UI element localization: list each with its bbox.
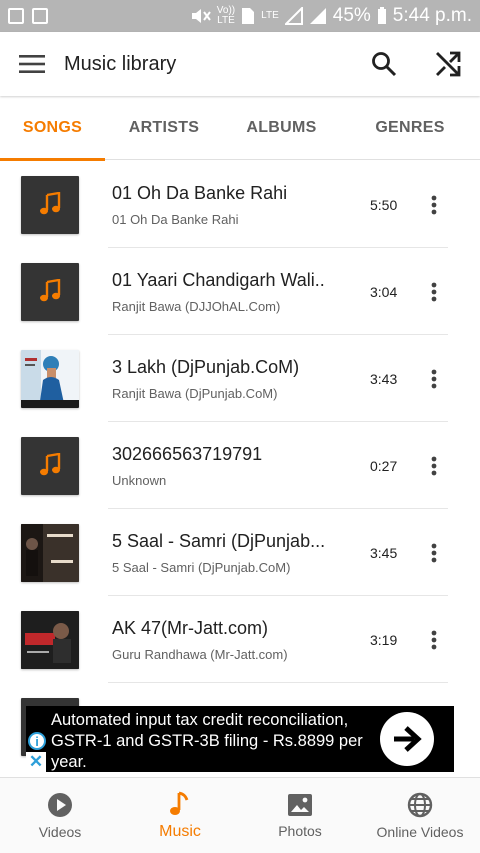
tab-songs[interactable]: SONGS [0,96,105,161]
song-subtitle: Ranjit Bawa (DJJOhAL.Com) [112,298,281,314]
nav-label: Videos [38,823,82,840]
menu-button[interactable] [0,32,64,96]
album-art-placeholder [21,262,79,321]
song-subtitle: Guru Randhawa (Mr-Jatt.com) [112,646,288,662]
globe-icon [407,792,433,817]
lte-indicator: LTE [261,10,279,21]
shuffle-icon [436,51,461,77]
song-title: 01 Yaari Chandigarh Wali.. [112,269,325,290]
song-duration: 3:45 [370,544,398,561]
music-note-icon [40,191,61,214]
song-duration: 3:19 [370,631,398,648]
tab-artists[interactable]: ARTISTS [105,96,223,160]
more-vertical-icon [431,282,437,301]
nav-label: Music [159,822,201,840]
list-item[interactable]: 5 Saal - Samri (DjPunjab... 5 Saal - Sam… [0,509,480,596]
bottom-navigation: Videos Music Photos Online Videos [0,777,480,853]
ad-banner[interactable]: i ✕ Automated input tax credit reconcili… [26,706,454,772]
song-duration: 3:04 [370,283,398,300]
list-item[interactable]: AK 47(Mr-Jatt.com) Guru Randhawa (Mr-Jat… [0,596,480,683]
album-art-placeholder [21,175,79,234]
screenshot-notification-icon [8,8,24,24]
album-art [21,349,79,408]
page-title: Music library [64,52,177,75]
signal-icon-1 [284,7,303,25]
app-toolbar: Music library [0,32,480,96]
more-vertical-icon [431,630,437,649]
volte-indicator: Vo)) LTE [216,5,236,26]
album-art [21,523,79,582]
ad-text: Automated input tax credit reconciliatio… [51,711,363,771]
search-button[interactable] [352,32,416,96]
clock: 5:44 p.m. [392,5,472,26]
info-icon[interactable]: i [28,732,46,750]
music-note-icon [170,791,189,815]
song-list: 01 Oh Da Banke Rahi 01 Oh Da Banke Rahi … [0,161,480,770]
signal-icon-2 [309,8,326,24]
ad-go-button[interactable] [380,712,434,766]
more-options-button[interactable] [420,620,448,660]
library-tabs: SONGS ARTISTS ALBUMS GENRES [0,96,480,161]
list-item[interactable]: 302666563719791 Unknown 0:27 [0,422,480,509]
battery-percent: 45% [332,5,371,26]
more-options-button[interactable] [420,185,448,225]
sim-card-icon [242,8,255,24]
song-title: 302666563719791 [112,443,263,464]
nav-label: Online Videos [376,823,464,840]
nav-photos[interactable]: Photos [240,778,360,853]
song-duration: 3:43 [370,370,398,387]
more-options-button[interactable] [420,533,448,573]
mute-icon [191,9,211,23]
music-note-icon [40,278,61,301]
more-options-button[interactable] [420,272,448,312]
more-options-button[interactable] [420,359,448,399]
shuffle-button[interactable] [416,32,480,96]
list-item[interactable]: 3 Lakh (DjPunjab.CoM) Ranjit Bawa (DjPun… [0,335,480,422]
nav-label: Photos [278,822,322,839]
album-cover-5-saal [21,523,79,582]
hamburger-menu-icon [19,55,45,73]
search-icon [372,52,397,77]
album-art [21,610,79,669]
list-item[interactable]: 01 Oh Da Banke Rahi 01 Oh Da Banke Rahi … [0,161,480,248]
album-cover-3-lakh [21,349,79,408]
nav-music[interactable]: Music [120,778,240,853]
status-bar: Vo)) LTE LTE 45% 5:44 p.m. [0,0,480,32]
song-duration: 0:27 [370,457,398,474]
song-duration: 5:50 [370,196,398,213]
play-circle-icon [48,792,72,817]
arrow-right-icon [394,726,422,752]
more-vertical-icon [431,543,437,562]
song-subtitle: 01 Oh Da Banke Rahi [112,211,239,227]
album-art-placeholder [21,436,79,495]
nav-videos[interactable]: Videos [0,778,120,853]
more-vertical-icon [431,195,437,214]
tab-albums[interactable]: ALBUMS [223,96,340,160]
more-vertical-icon [431,456,437,475]
music-note-icon [40,452,61,475]
nav-online-videos[interactable]: Online Videos [360,778,480,853]
album-cover-ak47 [21,610,79,669]
more-options-button[interactable] [420,446,448,486]
close-icon[interactable]: ✕ [26,752,46,772]
song-title: AK 47(Mr-Jatt.com) [112,617,269,638]
image-icon [288,793,312,816]
tab-genres[interactable]: GENRES [340,96,480,160]
song-subtitle: Unknown [112,472,167,488]
list-item[interactable]: 01 Yaari Chandigarh Wali.. Ranjit Bawa (… [0,248,480,335]
more-vertical-icon [431,369,437,388]
image-notification-icon [32,8,48,24]
song-title: 3 Lakh (DjPunjab.CoM) [112,356,300,377]
battery-icon [377,7,386,24]
song-subtitle: Ranjit Bawa (DjPunjab.CoM) [112,385,278,401]
song-title: 01 Oh Da Banke Rahi [112,182,288,203]
song-title: 5 Saal - Samri (DjPunjab... [112,530,326,551]
song-subtitle: 5 Saal - Samri (DjPunjab.CoM) [112,559,291,575]
